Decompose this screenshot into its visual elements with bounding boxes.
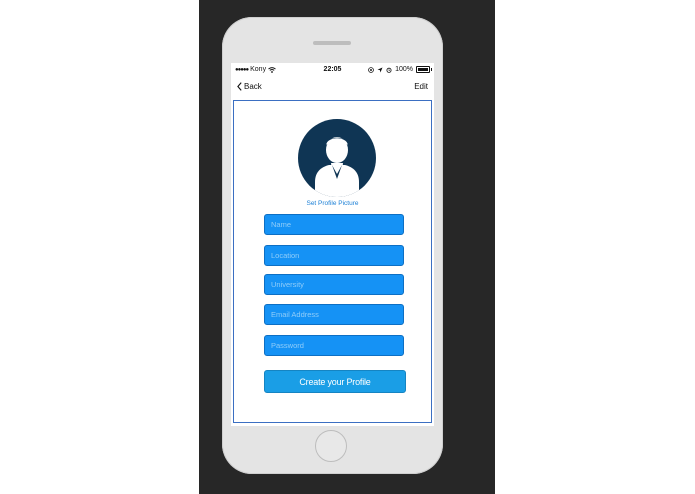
chevron-left-icon xyxy=(237,82,242,91)
university-input[interactable] xyxy=(264,274,404,295)
alarm-icon xyxy=(386,67,392,73)
back-button[interactable]: Back xyxy=(237,82,262,91)
status-bar: ●●●●● Kony 22:05 100% xyxy=(231,63,434,77)
navigation-bar: Back Edit xyxy=(231,77,434,99)
phone-earpiece xyxy=(313,41,351,45)
orientation-lock-icon xyxy=(368,66,374,73)
profile-form-container: Set Profile Picture Create your Profile xyxy=(233,100,432,423)
set-profile-picture-link[interactable]: Set Profile Picture xyxy=(234,200,431,207)
back-label: Back xyxy=(244,82,262,91)
email-address-input[interactable] xyxy=(264,304,404,325)
person-silhouette-icon xyxy=(315,137,359,197)
battery-percent: 100% xyxy=(395,66,413,73)
edit-button[interactable]: Edit xyxy=(414,82,428,91)
name-input[interactable] xyxy=(264,214,404,235)
profile-avatar[interactable] xyxy=(298,119,376,197)
create-profile-button[interactable]: Create your Profile xyxy=(264,370,406,393)
phone-screen: ●●●●● Kony 22:05 100% Back Edit Set Prof… xyxy=(231,63,434,426)
password-input[interactable] xyxy=(264,335,404,356)
battery-icon xyxy=(416,66,432,73)
home-button[interactable] xyxy=(315,430,347,462)
location-input[interactable] xyxy=(264,245,404,266)
status-right: 100% xyxy=(368,66,432,73)
location-arrow-icon xyxy=(377,67,383,72)
